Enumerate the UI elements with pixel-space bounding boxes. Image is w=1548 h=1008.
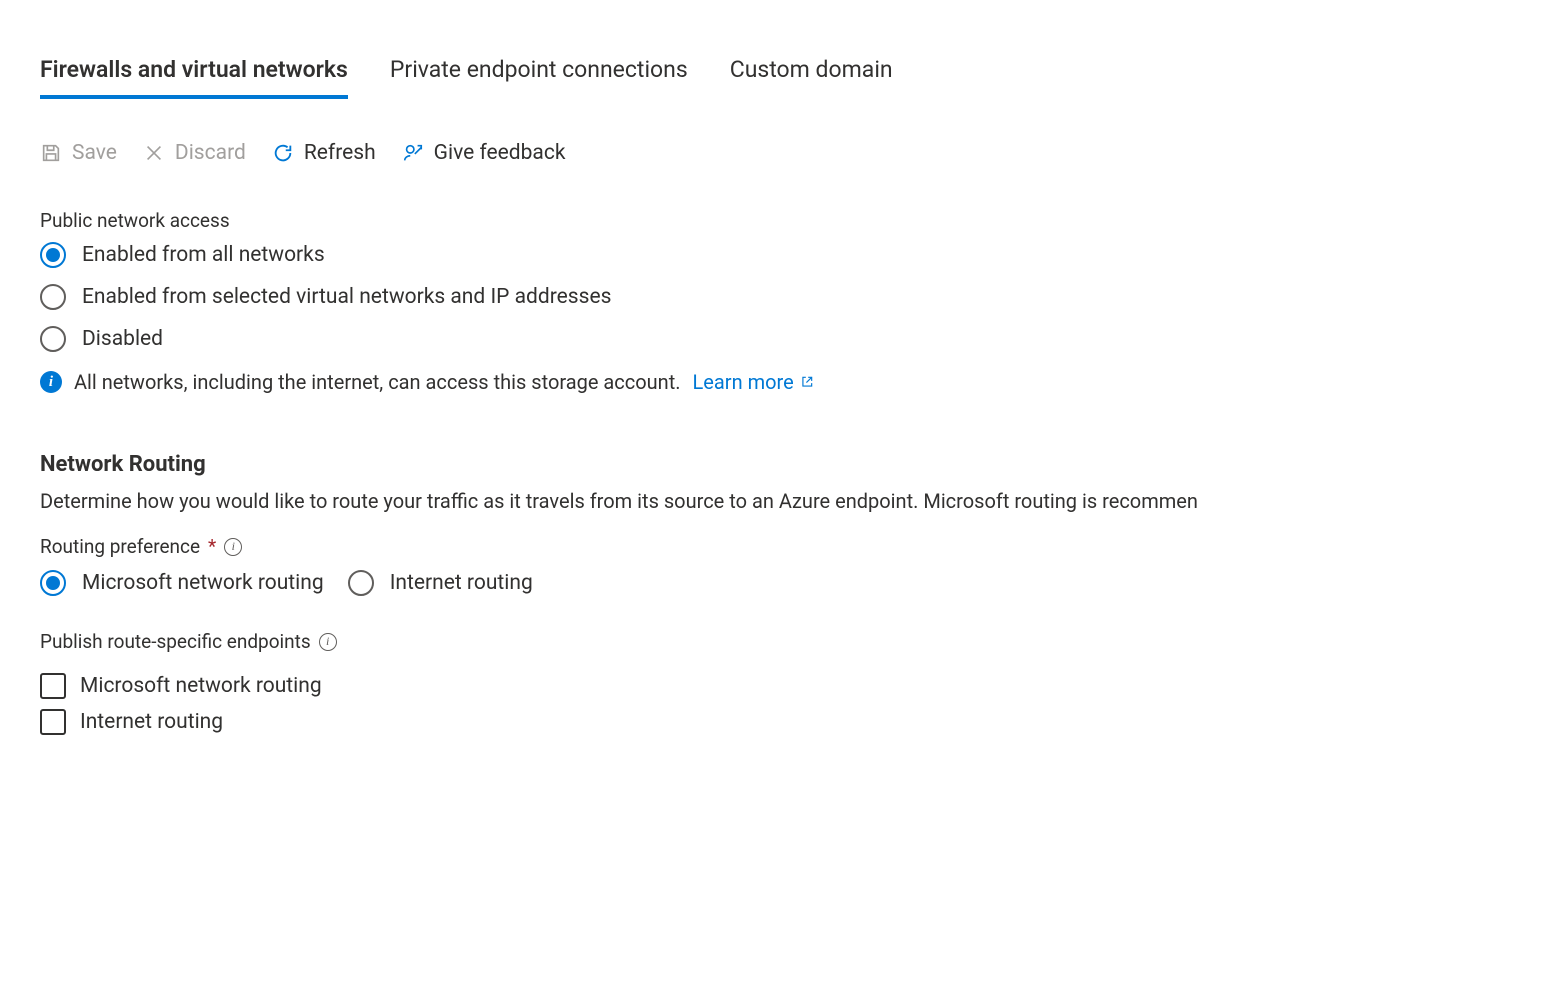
checkbox-label: Microsoft network routing [80,674,322,698]
checkbox-icon [40,709,66,735]
checkbox-microsoft-routing[interactable]: Microsoft network routing [40,673,1508,699]
network-routing-heading: Network Routing [40,452,1508,477]
networking-pane: Firewalls and virtual networks Private e… [0,0,1548,775]
x-icon [143,142,165,164]
radio-enabled-selected[interactable]: Enabled from selected virtual networks a… [40,284,1508,310]
routing-preference-radio-group: Microsoft network routing Internet routi… [40,570,1508,596]
checkbox-label: Internet routing [80,710,223,734]
public-access-info: i All networks, including the internet, … [40,370,1508,394]
radio-microsoft-routing[interactable]: Microsoft network routing [40,570,324,596]
tab-firewalls[interactable]: Firewalls and virtual networks [40,56,348,99]
learn-more-link[interactable]: Learn more [693,370,814,394]
checkbox-internet-routing[interactable]: Internet routing [40,709,1508,735]
routing-preference-label: Routing preference [40,535,200,558]
radio-label: Enabled from selected virtual networks a… [82,285,611,309]
publish-endpoints-label-row: Publish route-specific endpoints i [40,630,337,653]
required-indicator: * [208,535,216,558]
radio-icon [40,326,66,352]
save-icon [40,142,62,164]
radio-icon [40,284,66,310]
feedback-icon [402,142,424,164]
refresh-label: Refresh [304,141,376,165]
public-access-radio-group: Enabled from all networks Enabled from s… [40,242,1508,352]
refresh-button[interactable]: Refresh [272,141,376,165]
learn-more-label: Learn more [693,370,794,394]
publish-endpoints-checkbox-group: Microsoft network routing Internet routi… [40,673,1508,735]
info-text: All networks, including the internet, ca… [74,370,681,394]
radio-enabled-all[interactable]: Enabled from all networks [40,242,1508,268]
info-tooltip-icon[interactable]: i [319,633,337,651]
radio-disabled[interactable]: Disabled [40,326,1508,352]
publish-endpoints-label: Publish route-specific endpoints [40,630,311,653]
radio-icon [348,570,374,596]
info-tooltip-icon[interactable]: i [224,538,242,556]
info-icon: i [40,371,62,393]
routing-preference-label-row: Routing preference * i [40,535,242,558]
network-routing-description: Determine how you would like to route yo… [40,489,1508,513]
radio-icon [40,242,66,268]
discard-label: Discard [175,141,246,165]
radio-label: Microsoft network routing [82,571,324,595]
discard-button[interactable]: Discard [143,141,246,165]
feedback-label: Give feedback [434,141,566,165]
tab-private-endpoint[interactable]: Private endpoint connections [390,56,688,99]
checkbox-icon [40,673,66,699]
radio-internet-routing[interactable]: Internet routing [348,570,533,596]
external-link-icon [800,375,814,389]
command-bar: Save Discard Refresh Gi [40,141,1508,165]
radio-label: Enabled from all networks [82,243,325,267]
radio-label: Internet routing [390,571,533,595]
radio-icon [40,570,66,596]
save-button[interactable]: Save [40,141,117,165]
public-access-label: Public network access [40,209,1508,232]
save-label: Save [72,141,117,165]
refresh-icon [272,142,294,164]
tab-bar: Firewalls and virtual networks Private e… [40,56,1508,99]
feedback-button[interactable]: Give feedback [402,141,566,165]
radio-label: Disabled [82,327,163,351]
tab-custom-domain[interactable]: Custom domain [730,56,893,99]
